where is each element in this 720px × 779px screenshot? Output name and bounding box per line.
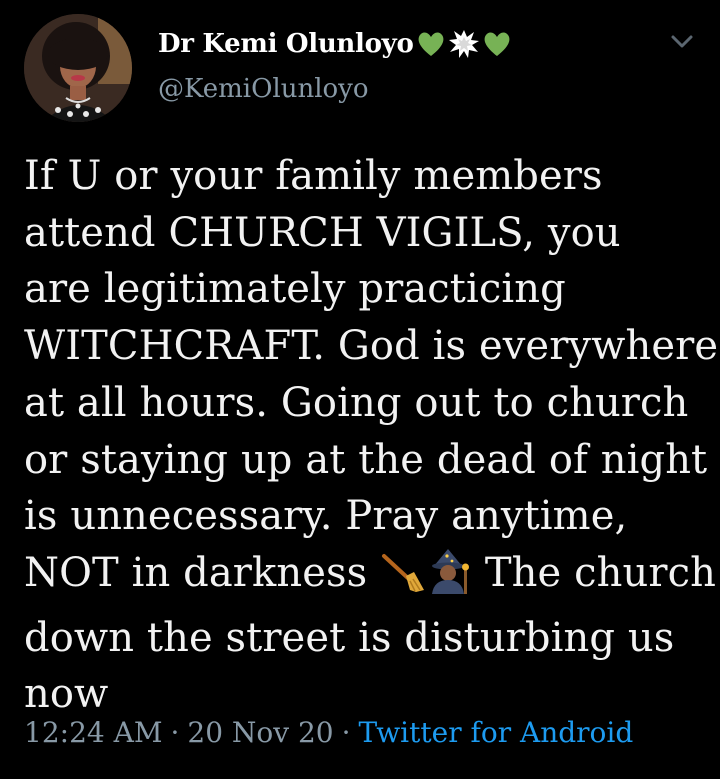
author-display-name[interactable]: Dr Kemi Olunloyo (158, 29, 414, 59)
tweet-line: now (24, 671, 109, 718)
green-heart-icon (482, 30, 512, 58)
tweet-line: or staying up at the dead of night (24, 436, 708, 483)
tweet-line: attend CHURCH VIGILS, you (24, 209, 621, 256)
tweet-line: NOT in darkness The church (24, 545, 716, 610)
explosion-icon (448, 29, 480, 59)
tweet-line: are legitimately practicing (24, 266, 566, 313)
separator: · (341, 716, 351, 749)
tweet-line: WITCHCRAFT. God is everywhere (24, 323, 719, 370)
separator: · (170, 716, 180, 749)
tweet-line: at all hours. Going out to church (24, 379, 689, 426)
chevron-down-icon[interactable] (668, 30, 696, 52)
broom-icon (380, 552, 426, 610)
tweet-meta: 12:24 AM · 20 Nov 20 · Twitter for Android (24, 716, 633, 749)
author-handle[interactable]: @KemiOlunloyo (158, 74, 369, 104)
tweet-text: If U or your family members attend CHURC… (24, 148, 719, 723)
tweet-line: is unnecessary. Pray anytime, (24, 493, 628, 540)
mage-icon (426, 548, 472, 610)
author-avatar[interactable] (24, 14, 132, 122)
tweet-time[interactable]: 12:24 AM (24, 716, 162, 749)
tweet-source-link[interactable]: Twitter for Android (359, 716, 634, 749)
tweet-line-segment: NOT in darkness (24, 549, 381, 596)
green-heart-icon (416, 30, 446, 58)
author-name-row: Dr Kemi Olunloyo (158, 26, 512, 62)
tweet-line-segment: The church (472, 549, 716, 596)
tweet-line: If U or your family members (24, 153, 603, 199)
tweet-date[interactable]: 20 Nov 20 (187, 716, 333, 749)
tweet-line: down the street is disturbing us (24, 614, 675, 661)
